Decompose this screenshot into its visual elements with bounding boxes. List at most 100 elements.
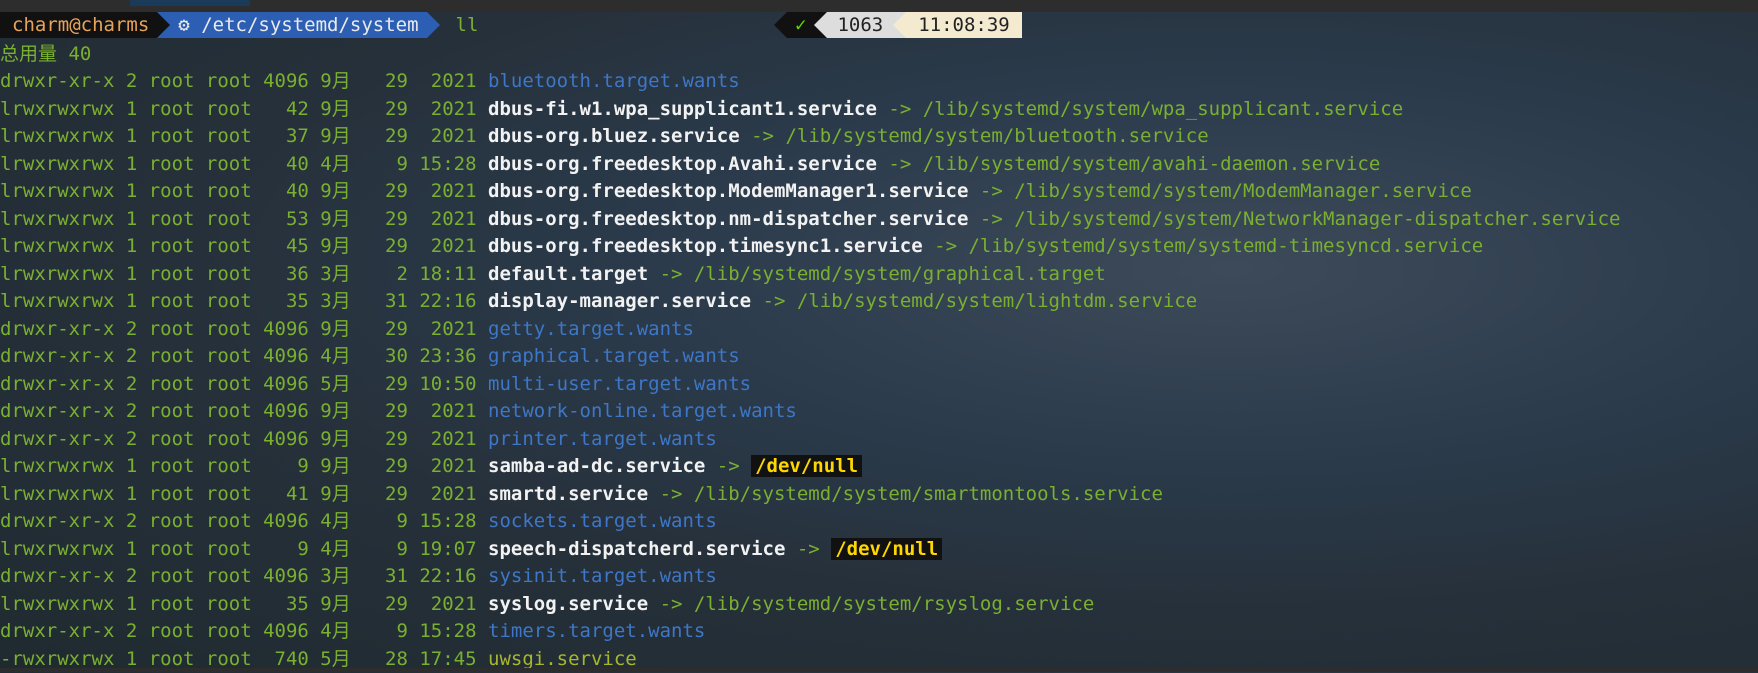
symlink-target: /lib/systemd/system/systemd-timesyncd.se… xyxy=(968,235,1483,257)
symlink-target: /lib/systemd/system/avahi-daemon.service xyxy=(923,153,1381,175)
file-name: dbus-org.freedesktop.timesync1.service xyxy=(488,235,923,257)
file-name: getty.target.wants xyxy=(488,318,694,340)
listing-row: lrwxrwxrwx 1 root root 53 9月 29 2021 dbu… xyxy=(0,206,1758,234)
listing-row: drwxr-xr-x 2 root root 4096 4月 9 15:28 s… xyxy=(0,508,1758,536)
listing-row: drwxr-xr-x 2 root root 4096 5月 29 10:50 … xyxy=(0,371,1758,399)
file-name: samba-ad-dc.service xyxy=(488,455,705,477)
listing-row: lrwxrwxrwx 1 root root 9 9月 29 2021 samb… xyxy=(0,453,1758,481)
symlink-arrow: -> xyxy=(923,235,969,257)
symlink-arrow: -> xyxy=(705,455,751,477)
file-name: dbus-org.freedesktop.Avahi.service xyxy=(488,153,877,175)
symlink-target: /lib/systemd/system/wpa_supplicant.servi… xyxy=(923,98,1403,120)
file-name: uwsgi.service xyxy=(488,648,637,670)
prompt-user-host: charm@charms xyxy=(0,12,157,38)
window-bottom-bar xyxy=(0,668,1758,672)
listing-row: drwxr-xr-x 2 root root 4096 4月 30 23:36 … xyxy=(0,343,1758,371)
file-meta: drwxr-xr-x 2 root root 4096 4月 30 23:36 xyxy=(0,345,488,367)
file-name: syslog.service xyxy=(488,593,648,615)
file-meta: drwxr-xr-x 2 root root 4096 9月 29 2021 xyxy=(0,70,488,92)
listing-row: lrwxrwxrwx 1 root root 37 9月 29 2021 dbu… xyxy=(0,123,1758,151)
symlink-arrow: -> xyxy=(740,125,786,147)
symlink-target: /lib/systemd/system/graphical.target xyxy=(694,263,1106,285)
listing-row: lrwxrwxrwx 1 root root 45 9月 29 2021 dbu… xyxy=(0,233,1758,261)
file-meta: lrwxrwxrwx 1 root root 37 9月 29 2021 xyxy=(0,125,488,147)
listing-row: drwxr-xr-x 2 root root 4096 3月 31 22:16 … xyxy=(0,563,1758,591)
file-name: multi-user.target.wants xyxy=(488,373,751,395)
prompt-right-status: ✓ 1063 11:08:39 xyxy=(774,12,1022,38)
file-name: speech-dispatcherd.service xyxy=(488,538,785,560)
file-meta: drwxr-xr-x 2 root root 4096 9月 29 2021 xyxy=(0,428,488,450)
file-meta: lrwxrwxrwx 1 root root 40 9月 29 2021 xyxy=(0,180,488,202)
listing-row: drwxr-xr-x 2 root root 4096 9月 29 2021 b… xyxy=(0,68,1758,96)
listing-row: drwxr-xr-x 2 root root 4096 9月 29 2021 g… xyxy=(0,316,1758,344)
symlink-arrow: -> xyxy=(785,538,831,560)
file-name: dbus-org.freedesktop.ModemManager1.servi… xyxy=(488,180,968,202)
file-name: display-manager.service xyxy=(488,290,751,312)
symlink-arrow: -> xyxy=(968,180,1014,202)
file-meta: drwxr-xr-x 2 root root 4096 4月 9 15:28 xyxy=(0,620,488,642)
total-line: 总用量 40 xyxy=(0,41,91,68)
listing-row: drwxr-xr-x 2 root root 4096 4月 9 15:28 t… xyxy=(0,618,1758,646)
file-name: printer.target.wants xyxy=(488,428,717,450)
file-meta: lrwxrwxrwx 1 root root 9 4月 9 19:07 xyxy=(0,538,488,560)
prompt-separator-arrow xyxy=(427,12,440,38)
file-meta: lrwxrwxrwx 1 root root 53 9月 29 2021 xyxy=(0,208,488,230)
symlink-arrow: -> xyxy=(877,153,923,175)
active-tab-indicator[interactable] xyxy=(130,0,250,6)
file-name: default.target xyxy=(488,263,648,285)
history-number: 1063 xyxy=(827,12,893,38)
file-meta: lrwxrwxrwx 1 root root 42 9月 29 2021 xyxy=(0,98,488,120)
check-icon: ✓ xyxy=(787,12,814,38)
symlink-target: /lib/systemd/system/ModemManager.service xyxy=(1014,180,1472,202)
file-name: graphical.target.wants xyxy=(488,345,740,367)
symlink-target: /lib/systemd/system/smartmontools.servic… xyxy=(694,483,1163,505)
symlink-target: /lib/systemd/system/rsyslog.service xyxy=(694,593,1094,615)
file-meta: lrwxrwxrwx 1 root root 35 3月 31 22:16 xyxy=(0,290,488,312)
file-name: dbus-org.bluez.service xyxy=(488,125,740,147)
symlink-arrow: -> xyxy=(751,290,797,312)
window-top-bar xyxy=(0,0,1758,12)
listing-row: lrwxrwxrwx 1 root root 36 3月 2 18:11 def… xyxy=(0,261,1758,289)
listing-row: drwxr-xr-x 2 root root 4096 9月 29 2021 n… xyxy=(0,398,1758,426)
file-meta: lrwxrwxrwx 1 root root 9 9月 29 2021 xyxy=(0,455,488,477)
file-meta: drwxr-xr-x 2 root root 4096 4月 9 15:28 xyxy=(0,510,488,532)
file-meta: drwxr-xr-x 2 root root 4096 9月 29 2021 xyxy=(0,400,488,422)
file-name: sockets.target.wants xyxy=(488,510,717,532)
listing-row: lrwxrwxrwx 1 root root 35 9月 29 2021 sys… xyxy=(0,591,1758,619)
shell-prompt: charm@charms ⚙ /etc/systemd/system ll ✓ … xyxy=(0,12,1758,38)
prompt-time: 11:08:39 xyxy=(906,12,1022,38)
symlink-arrow: -> xyxy=(968,208,1014,230)
listing-row: lrwxrwxrwx 1 root root 40 9月 29 2021 dbu… xyxy=(0,178,1758,206)
file-meta: lrwxrwxrwx 1 root root 35 9月 29 2021 xyxy=(0,593,488,615)
file-name: sysinit.target.wants xyxy=(488,565,717,587)
prompt-separator-arrow xyxy=(157,12,170,38)
listing-row: lrwxrwxrwx 1 root root 9 4月 9 19:07 spee… xyxy=(0,536,1758,564)
symlink-arrow: -> xyxy=(648,263,694,285)
symlink-target: /dev/null xyxy=(751,455,862,477)
symlink-target: /lib/systemd/system/bluetooth.service xyxy=(785,125,1208,147)
file-meta: lrwxrwxrwx 1 root root 36 3月 2 18:11 xyxy=(0,263,488,285)
symlink-arrow: -> xyxy=(877,98,923,120)
file-meta: drwxr-xr-x 2 root root 4096 5月 29 10:50 xyxy=(0,373,488,395)
prompt-path-segment: ⚙ /etc/systemd/system xyxy=(170,12,426,38)
symlink-arrow: -> xyxy=(648,483,694,505)
symlink-arrow: -> xyxy=(648,593,694,615)
status-separator-arrow xyxy=(814,12,827,38)
listing-row: drwxr-xr-x 2 root root 4096 9月 29 2021 p… xyxy=(0,426,1758,454)
file-name: network-online.target.wants xyxy=(488,400,797,422)
listing-row: lrwxrwxrwx 1 root root 35 3月 31 22:16 di… xyxy=(0,288,1758,316)
file-meta: lrwxrwxrwx 1 root root 41 9月 29 2021 xyxy=(0,483,488,505)
file-meta: lrwxrwxrwx 1 root root 45 9月 29 2021 xyxy=(0,235,488,257)
listing-row: lrwxrwxrwx 1 root root 41 9月 29 2021 sma… xyxy=(0,481,1758,509)
typed-command: ll xyxy=(440,12,487,38)
status-separator-arrow xyxy=(774,12,787,38)
file-name: dbus-fi.w1.wpa_supplicant1.service xyxy=(488,98,877,120)
file-meta: -rwxrwxrwx 1 root root 740 5月 28 17:45 xyxy=(0,648,488,670)
gear-icon: ⚙ xyxy=(178,12,189,38)
symlink-target: /lib/systemd/system/lightdm.service xyxy=(797,290,1197,312)
symlink-target: /lib/systemd/system/NetworkManager-dispa… xyxy=(1014,208,1620,230)
prompt-path: /etc/systemd/system xyxy=(201,12,418,38)
file-name: bluetooth.target.wants xyxy=(488,70,740,92)
listing-row: lrwxrwxrwx 1 root root 40 4月 9 15:28 dbu… xyxy=(0,151,1758,179)
ls-listing: drwxr-xr-x 2 root root 4096 9月 29 2021 b… xyxy=(0,68,1758,673)
